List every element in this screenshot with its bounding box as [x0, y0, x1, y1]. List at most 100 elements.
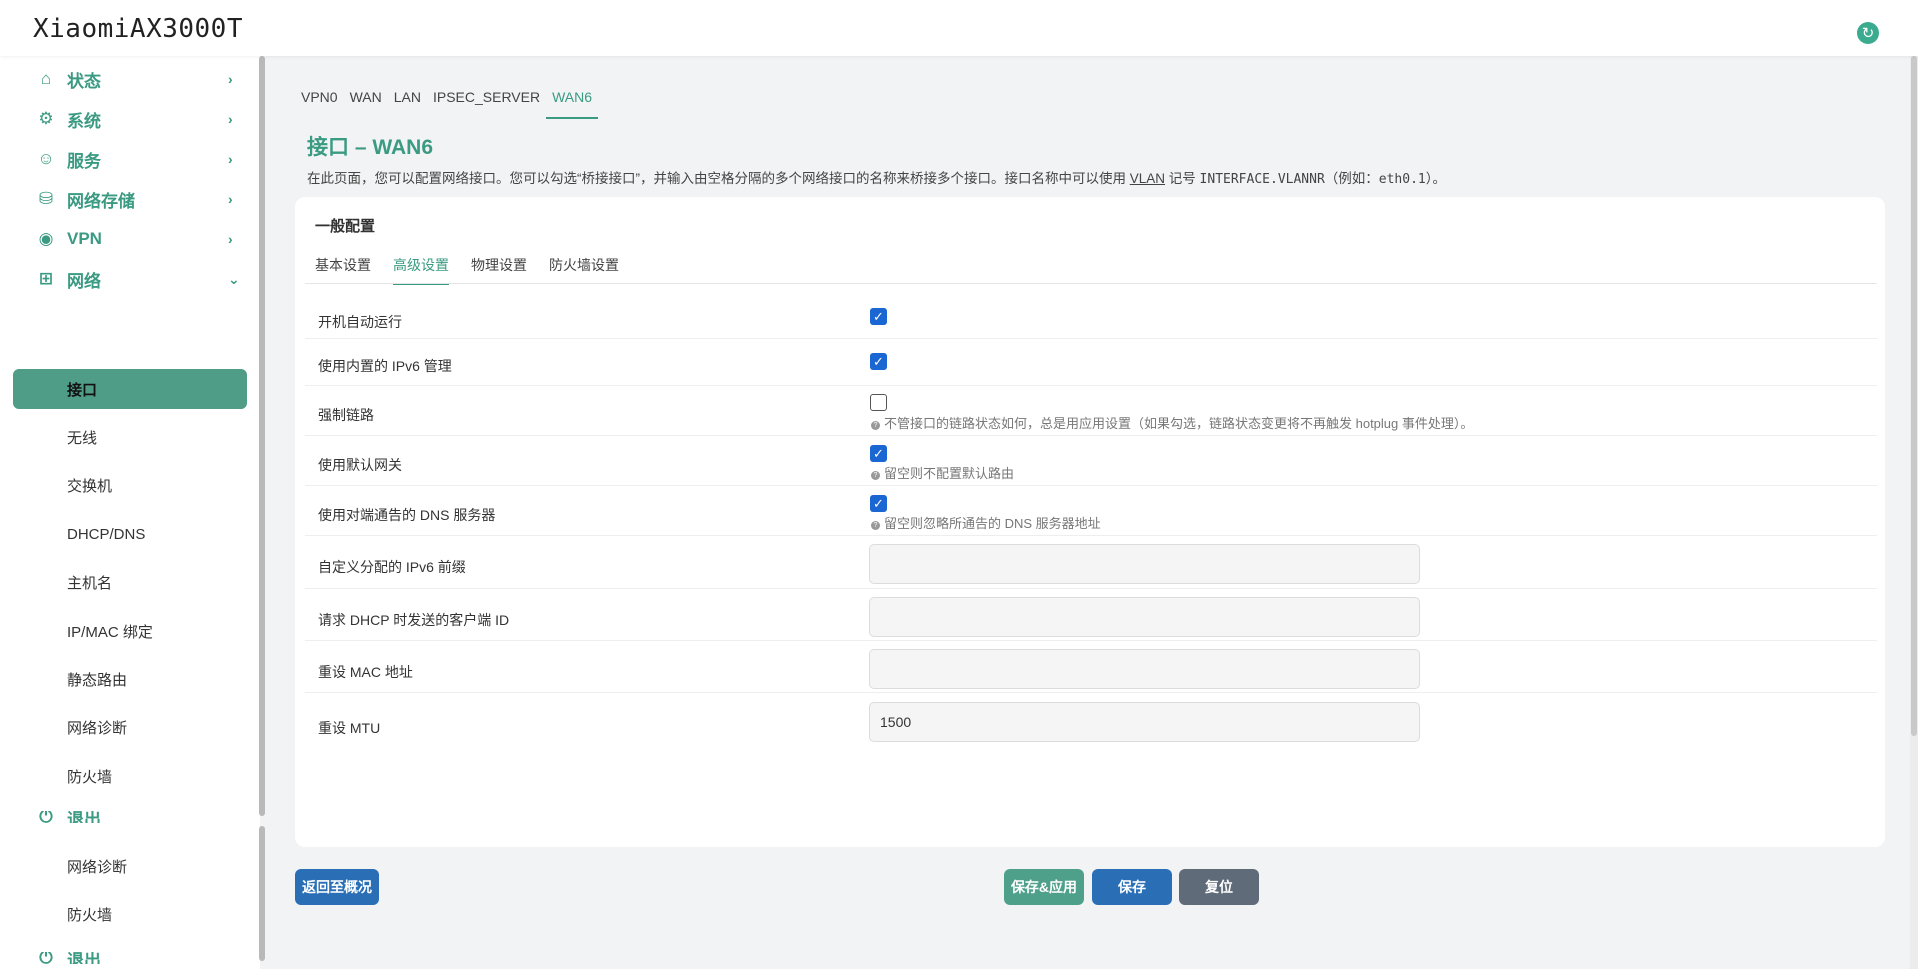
- sidebar-item-interfaces[interactable]: 接口: [13, 369, 247, 409]
- menu-label: 网络存储: [67, 191, 135, 211]
- tab-ipsec-server[interactable]: IPSEC_SERVER: [433, 89, 540, 119]
- chevron-down-icon: ⌄: [228, 270, 240, 287]
- refresh-icon[interactable]: ↻: [1857, 22, 1879, 44]
- field-hint: ? 留空则忽略所通告的 DNS 服务器地址: [871, 513, 1101, 532]
- row-mac-address: 重设 MAC 地址: [305, 641, 1877, 693]
- sidebar-item-switch[interactable]: 交换机: [13, 465, 247, 505]
- desc-code: eth0.1: [1378, 172, 1426, 187]
- force-link-checkbox[interactable]: [870, 394, 887, 411]
- tab-physical-settings[interactable]: 物理设置: [471, 255, 527, 285]
- menu-logout-2[interactable]: ⏻ 退出: [0, 952, 250, 964]
- sidebar-item-hostnames[interactable]: 主机名: [13, 562, 247, 602]
- tab-vpn0[interactable]: VPN0: [301, 89, 338, 119]
- gear-icon: ⚙: [38, 109, 54, 128]
- mtu-input[interactable]: 1500: [869, 702, 1420, 742]
- tab-firewall-settings[interactable]: 防火墙设置: [549, 255, 619, 285]
- brand-title[interactable]: XiaomiAX3000T: [33, 14, 243, 44]
- sidebar-item-static-routes[interactable]: 静态路由: [13, 659, 247, 699]
- tab-wan6[interactable]: WAN6: [546, 89, 598, 119]
- tab-advanced-settings[interactable]: 高级设置: [393, 255, 449, 285]
- chevron-right-icon: ›: [228, 191, 233, 207]
- ipv6-management-checkbox[interactable]: ✓: [870, 353, 887, 370]
- page-scrollbar-thumb[interactable]: [1911, 56, 1917, 736]
- logout-clipped-2: ⏻ 退出: [0, 952, 250, 964]
- sidebar-item-label: 防火墙: [67, 768, 113, 786]
- page-title: 接口 – WAN6: [307, 136, 434, 159]
- field-label: 使用默认网关: [318, 457, 402, 473]
- back-to-overview-button[interactable]: 返回至概况: [295, 869, 379, 905]
- field-label: 重设 MAC 地址: [318, 664, 413, 680]
- field-label: 请求 DHCP 时发送的客户端 ID: [318, 612, 510, 628]
- field-label: 使用对端通告的 DNS 服务器: [318, 507, 496, 523]
- mac-address-input[interactable]: [869, 649, 1420, 689]
- reset-button[interactable]: 复位: [1179, 869, 1259, 905]
- power-icon: ⏻: [39, 811, 53, 823]
- chevron-right-icon: ›: [228, 71, 233, 87]
- sidebar-item-label: 交换机: [67, 477, 113, 495]
- default-gateway-checkbox[interactable]: ✓: [870, 445, 887, 462]
- storage-icon: ⛁: [38, 189, 54, 208]
- client-id-input[interactable]: [869, 597, 1420, 637]
- sidebar-item-label: 接口: [67, 381, 98, 399]
- vlan-link[interactable]: VLAN: [1130, 171, 1165, 186]
- field-label: 使用内置的 IPv6 管理: [318, 358, 452, 374]
- field-hint: ? 留空则不配置默认路由: [871, 463, 1014, 482]
- tab-basic-settings[interactable]: 基本设置: [315, 255, 371, 285]
- ipv6-prefix-input[interactable]: [869, 544, 1420, 584]
- sidebar-item-firewall[interactable]: 防火墙: [13, 756, 247, 796]
- sidebar-item-label: 静态路由: [67, 671, 128, 689]
- home-icon: ⌂: [40, 69, 52, 88]
- sidebar-item-label: 网络诊断: [67, 719, 128, 737]
- help-icon: ?: [871, 521, 880, 530]
- sidebar-item-dhcp-dns[interactable]: DHCP/DNS: [13, 514, 247, 554]
- logout-clipped: ⏻ 退出: [0, 811, 250, 823]
- field-label: 开机自动运行: [318, 314, 402, 330]
- row-autostart: 开机自动运行 ✓: [305, 284, 1877, 339]
- sidebar-item-wireless[interactable]: 无线: [13, 417, 247, 457]
- chevron-right-icon: ›: [228, 231, 233, 247]
- config-subtabs: 基本设置 高级设置 物理设置 防火墙设置: [315, 255, 641, 285]
- sidebar-item-diagnostics-2[interactable]: 网络诊断: [13, 846, 247, 886]
- desc-code: INTERFACE.VLANNR: [1199, 172, 1325, 187]
- row-mtu: 重设 MTU 1500: [305, 693, 1877, 753]
- field-label: 强制链路: [318, 407, 374, 423]
- menu-label: 系统: [67, 111, 101, 131]
- sidebar-item-label: DHCP/DNS: [67, 525, 146, 543]
- row-force-link: 强制链路 ? 不管接口的链路状态如何，总是用应用设置（如果勾选，链路状态变更将不再…: [305, 386, 1877, 436]
- menu-label: 退出: [67, 811, 101, 823]
- desc-text: 记号: [1165, 171, 1200, 186]
- chevron-right-icon: ›: [228, 111, 233, 127]
- sidebar-item-diagnostics[interactable]: 网络诊断: [13, 707, 247, 747]
- field-hint: ? 不管接口的链路状态如何，总是用应用设置（如果勾选，链路状态变更将不再触发 ho…: [871, 413, 1473, 432]
- tab-wan[interactable]: WAN: [350, 89, 382, 119]
- user-icon: ☺: [37, 149, 55, 168]
- menu-label: 状态: [67, 71, 101, 91]
- desc-text: 在此页面，您可以配置网络接口。您可以勾选“桥接接口”，并输入由空格分隔的多个网络…: [307, 171, 1130, 186]
- peer-dns-checkbox[interactable]: ✓: [870, 495, 887, 512]
- save-button[interactable]: 保存: [1092, 869, 1172, 905]
- page-description: 在此页面，您可以配置网络接口。您可以勾选“桥接接口”，并输入由空格分隔的多个网络…: [307, 167, 1446, 187]
- section-title: 一般配置: [315, 218, 376, 235]
- menu-label: 网络: [67, 271, 101, 291]
- sidebar-item-label: 无线: [67, 429, 98, 447]
- save-and-apply-button[interactable]: 保存&应用: [1004, 869, 1084, 905]
- sidebar-item-firewall-2[interactable]: 防火墙: [13, 894, 247, 934]
- menu-network[interactable]: ⊞ 网络 ⌄: [0, 256, 250, 302]
- row-ipv6-prefix: 自定义分配的 IPv6 前缀: [305, 536, 1877, 589]
- sidebar-item-label: IP/MAC 绑定: [67, 623, 153, 641]
- hint-text: 留空则不配置默认路由: [884, 466, 1015, 481]
- interface-tabs: VPN0 WAN LAN IPSEC_SERVER WAN6: [301, 89, 604, 119]
- power-icon: ⏻: [39, 952, 53, 964]
- chevron-right-icon: ›: [228, 151, 233, 167]
- field-label: 重设 MTU: [318, 720, 381, 736]
- main-content: VPN0 WAN LAN IPSEC_SERVER WAN6 接口 – WAN6…: [265, 56, 1918, 969]
- hint-text: 不管接口的链路状态如何，总是用应用设置（如果勾选，链路状态变更将不再触发 hot…: [884, 416, 1474, 431]
- autostart-checkbox[interactable]: ✓: [870, 308, 887, 325]
- menu-label: VPN: [67, 229, 102, 248]
- menu-logout[interactable]: ⏻ 退出: [0, 811, 250, 823]
- sidebar-item-label: 主机名: [67, 574, 113, 592]
- desc-text: ）。: [1425, 171, 1446, 186]
- tab-lan[interactable]: LAN: [394, 89, 421, 119]
- sidebar-item-ip-mac-binding[interactable]: IP/MAC 绑定: [13, 611, 247, 651]
- hint-text: 留空则忽略所通告的 DNS 服务器地址: [884, 516, 1101, 531]
